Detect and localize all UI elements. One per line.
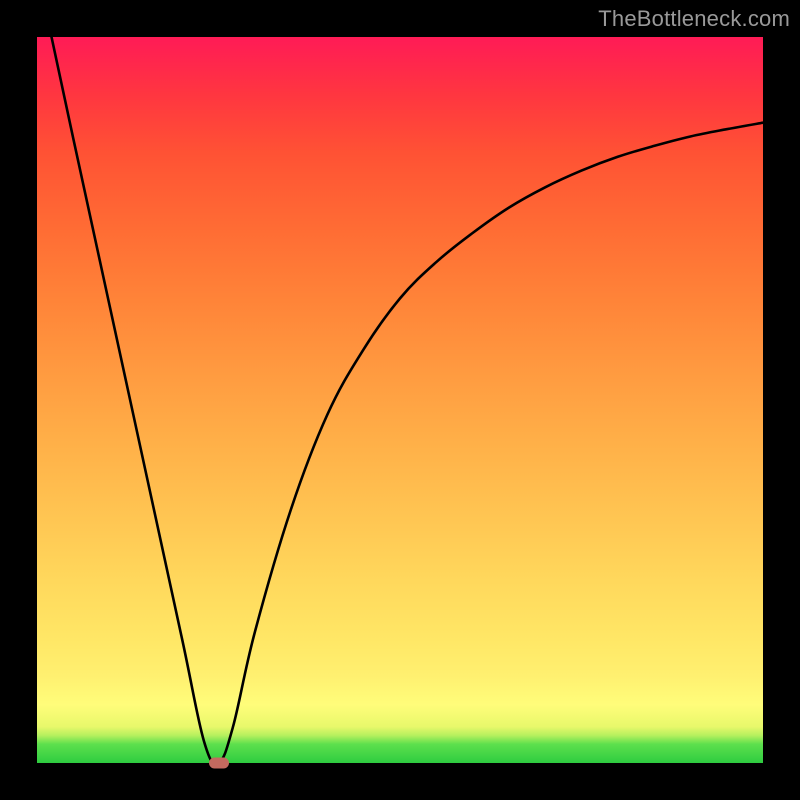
- chart-frame: TheBottleneck.com: [0, 0, 800, 800]
- optimal-marker: [209, 758, 229, 769]
- attribution-text: TheBottleneck.com: [598, 6, 790, 32]
- plot-area: [37, 37, 763, 763]
- bottleneck-curve: [37, 37, 763, 763]
